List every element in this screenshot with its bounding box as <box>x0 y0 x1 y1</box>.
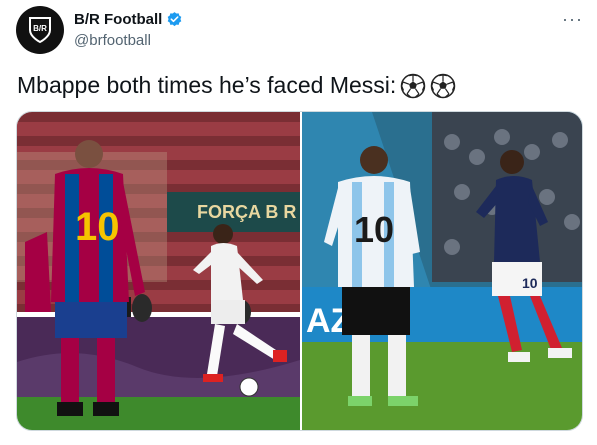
soccer-ball-icon <box>431 73 456 98</box>
ball <box>239 377 259 397</box>
verified-badge-icon <box>168 12 182 27</box>
tweet-media[interactable]: FORÇA B R 10 AZU 10 10 <box>16 111 583 431</box>
author-handle[interactable]: @brfootball <box>74 32 151 49</box>
profile-avatar[interactable]: B/R <box>16 6 64 54</box>
author-name-row: B/R Football <box>74 11 183 28</box>
author-display-name[interactable]: B/R Football <box>74 11 162 28</box>
messi-number: 10 <box>75 205 120 249</box>
br-logo-icon: B/R <box>29 17 51 44</box>
tweet-text-content: Mbappe both times he’s faced Messi: <box>17 72 397 98</box>
photo-scene-right: AZU 10 10 <box>302 112 582 430</box>
svg-text:B/R: B/R <box>33 24 47 33</box>
mbappe-number-right: 10 <box>522 275 538 291</box>
photo-scene-left: FORÇA B R 10 <box>17 112 300 430</box>
banner-text: FORÇA B R <box>197 202 296 222</box>
photo-barcelona-psg[interactable]: FORÇA B R 10 <box>17 112 300 430</box>
tweet-text: Mbappe both times he’s faced Messi: <box>17 72 456 99</box>
soccer-ball-icon <box>401 73 426 98</box>
photo-argentina-france[interactable]: AZU 10 10 <box>302 112 582 430</box>
messi-number-right: 10 <box>354 209 394 250</box>
more-options-icon[interactable]: ··· <box>562 10 583 28</box>
